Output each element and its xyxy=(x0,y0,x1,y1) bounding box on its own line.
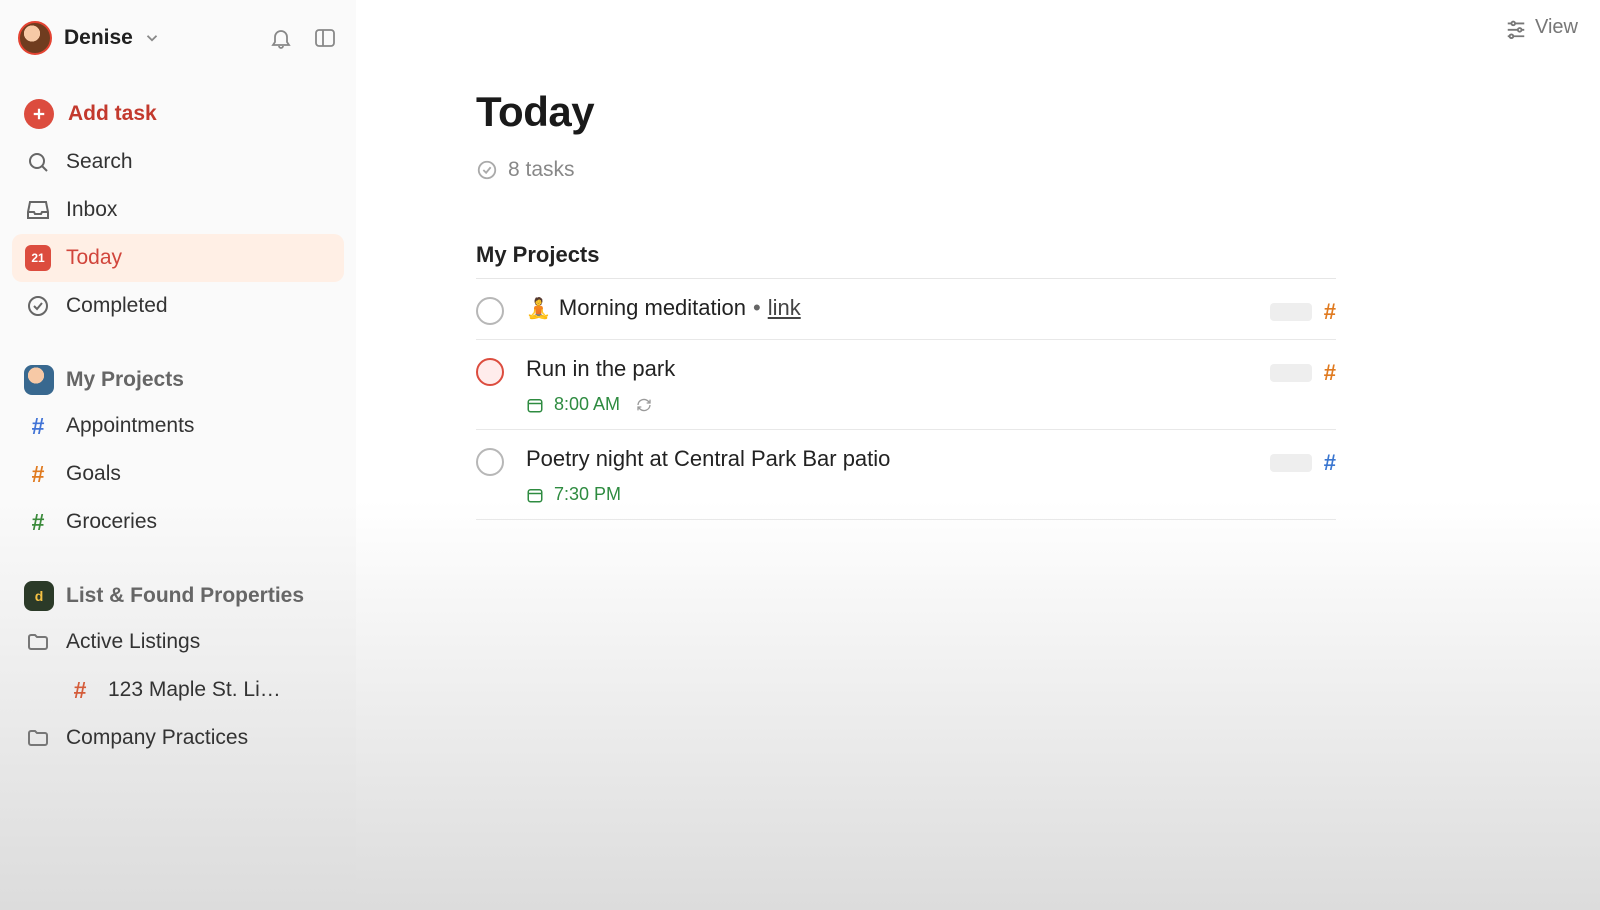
task-checkbox[interactable] xyxy=(476,297,504,325)
calendar-today-icon: 21 xyxy=(24,244,52,272)
avatar-small-icon xyxy=(24,365,54,395)
hash-icon: # xyxy=(24,460,52,488)
workspace-heading[interactable]: d List & Found Properties xyxy=(12,574,344,618)
task-checkbox[interactable] xyxy=(476,448,504,476)
project-pill xyxy=(1270,364,1312,382)
page-title: Today xyxy=(476,88,1336,136)
hash-icon: # xyxy=(1324,450,1336,476)
task-text: Run in the park xyxy=(526,356,675,382)
check-circle-icon xyxy=(476,159,498,181)
main-area: View Today 8 tasks My Projects 🧘 Morning… xyxy=(356,0,1600,910)
task-text: Poetry night at Central Park Bar patio xyxy=(526,446,890,472)
sidebar-item-completed[interactable]: Completed xyxy=(12,282,344,330)
calendar-icon xyxy=(526,486,544,504)
task-project-tag[interactable]: # xyxy=(1270,360,1336,386)
workspace-active-listings[interactable]: Active Listings xyxy=(12,618,344,666)
listing-123-maple[interactable]: # 123 Maple St. Li… xyxy=(12,666,344,714)
task-body: 🧘 Morning meditation • link xyxy=(526,295,1250,321)
task-meta: 8:00 AM xyxy=(526,394,1250,415)
calendar-icon xyxy=(526,396,544,414)
search-label: Search xyxy=(66,150,133,174)
task-project-tag[interactable]: # xyxy=(1270,450,1336,476)
completed-label: Completed xyxy=(66,294,168,318)
hash-icon: # xyxy=(1324,360,1336,386)
inbox-label: Inbox xyxy=(66,198,117,222)
task-time: 8:00 AM xyxy=(554,394,620,415)
view-button[interactable]: View xyxy=(1505,16,1578,39)
hash-icon: # xyxy=(66,676,94,704)
task-title: 🧘 Morning meditation • link xyxy=(526,295,1250,321)
bell-icon[interactable] xyxy=(268,25,294,51)
search-icon xyxy=(24,148,52,176)
project-pill xyxy=(1270,303,1312,321)
folder-icon xyxy=(24,628,52,656)
task-count-text: 8 tasks xyxy=(508,158,575,182)
inbox-icon xyxy=(24,196,52,224)
folder-icon xyxy=(24,724,52,752)
task-row[interactable]: 🧘 Morning meditation • link # xyxy=(476,279,1336,340)
panel-toggle-icon[interactable] xyxy=(312,25,338,51)
task-title: Run in the park xyxy=(526,356,1250,382)
chevron-down-icon xyxy=(143,29,161,47)
sidebar-item-today[interactable]: 21 Today xyxy=(12,234,344,282)
task-link[interactable]: link xyxy=(768,295,801,321)
content: Today 8 tasks My Projects 🧘 Morning medi… xyxy=(356,0,1456,520)
avatar xyxy=(18,21,52,55)
account-switcher[interactable]: Denise xyxy=(12,14,344,62)
project-appointments[interactable]: # Appointments xyxy=(12,402,344,450)
workspace-company-practices[interactable]: Company Practices xyxy=(12,714,344,762)
task-body: Run in the park 8:00 AM xyxy=(526,356,1250,415)
view-label: View xyxy=(1535,16,1578,39)
project-goals[interactable]: # Goals xyxy=(12,450,344,498)
task-meta: 7:30 PM xyxy=(526,484,1250,505)
sidebar-my-projects-section: My Projects # Appointments # Goals # Gro… xyxy=(12,358,344,546)
hash-icon: # xyxy=(24,508,52,536)
sidebar-item-inbox[interactable]: Inbox xyxy=(12,186,344,234)
task-checkbox[interactable] xyxy=(476,358,504,386)
check-circle-icon xyxy=(24,292,52,320)
sidebar-item-search[interactable]: Search xyxy=(12,138,344,186)
task-row[interactable]: Run in the park 8:00 AM # xyxy=(476,340,1336,430)
today-label: Today xyxy=(66,246,122,270)
project-pill xyxy=(1270,454,1312,472)
hash-icon: # xyxy=(1324,299,1336,325)
task-text: Morning meditation xyxy=(559,295,746,321)
sidebar-workspace-section: d List & Found Properties Active Listing… xyxy=(12,574,344,762)
hash-icon: # xyxy=(24,412,52,440)
separator: • xyxy=(753,295,761,321)
plus-icon xyxy=(24,99,54,129)
project-groceries[interactable]: # Groceries xyxy=(12,498,344,546)
task-body: Poetry night at Central Park Bar patio 7… xyxy=(526,446,1250,505)
task-time: 7:30 PM xyxy=(554,484,621,505)
task-title: Poetry night at Central Park Bar patio xyxy=(526,446,1250,472)
section-heading[interactable]: My Projects xyxy=(476,242,1336,279)
sidebar: Denise Add task Search In xyxy=(0,0,356,910)
recurring-icon xyxy=(636,397,652,413)
my-projects-heading[interactable]: My Projects xyxy=(12,358,344,402)
sidebar-nav: Add task Search Inbox 21 Today Completed xyxy=(12,90,344,330)
task-row[interactable]: Poetry night at Central Park Bar patio 7… xyxy=(476,430,1336,520)
task-project-tag[interactable]: # xyxy=(1270,299,1336,325)
workspace-brand-icon: d xyxy=(24,581,54,611)
username: Denise xyxy=(64,26,133,50)
sliders-icon xyxy=(1505,17,1527,39)
add-task-button[interactable]: Add task xyxy=(12,90,344,138)
task-emoji: 🧘 xyxy=(526,296,551,321)
add-task-label: Add task xyxy=(68,102,157,126)
task-count: 8 tasks xyxy=(476,158,1336,182)
